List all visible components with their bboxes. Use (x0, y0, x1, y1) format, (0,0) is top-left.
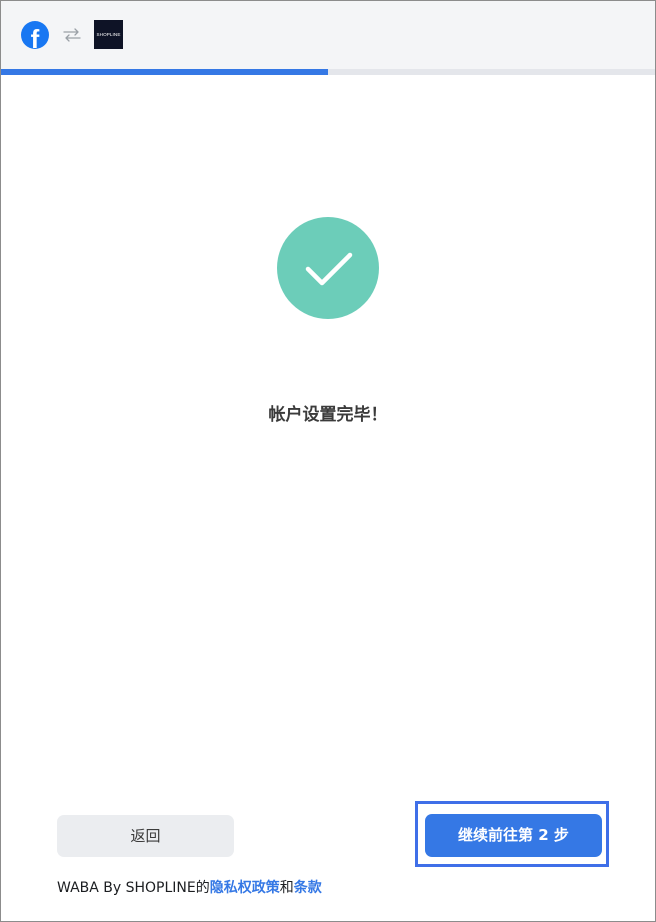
dialog-window: f SHOPLINE 帐户设置完毕！ 返回 继续前往第 2 步 WABA By … (0, 0, 656, 922)
dialog-header: f SHOPLINE (1, 1, 655, 69)
continue-to-step-2-button[interactable]: 继续前往第 2 步 (425, 814, 602, 857)
back-button[interactable]: 返回 (57, 815, 234, 857)
facebook-logo-icon: f (21, 21, 49, 53)
terms-link[interactable]: 条款 (294, 880, 322, 896)
progress-bar (1, 69, 655, 75)
progress-bar-fill (1, 69, 328, 75)
facebook-logo-letter: f (30, 24, 40, 54)
check-icon (305, 252, 353, 286)
shopline-logo-text: SHOPLINE (96, 32, 121, 37)
swap-arrows-icon (63, 28, 81, 42)
footer-connector: 和 (279, 880, 294, 896)
account-setup-complete-message: 帐户设置完毕！ (268, 405, 388, 425)
privacy-policy-link[interactable]: 隐私权政策 (210, 880, 280, 896)
footer-legal-text: WABA By SHOPLINE的隐私权政策和条款 (57, 878, 322, 898)
success-check-icon (277, 217, 379, 319)
shopline-logo: SHOPLINE (94, 20, 123, 49)
footer-prefix: WABA By SHOPLINE的 (57, 880, 210, 896)
